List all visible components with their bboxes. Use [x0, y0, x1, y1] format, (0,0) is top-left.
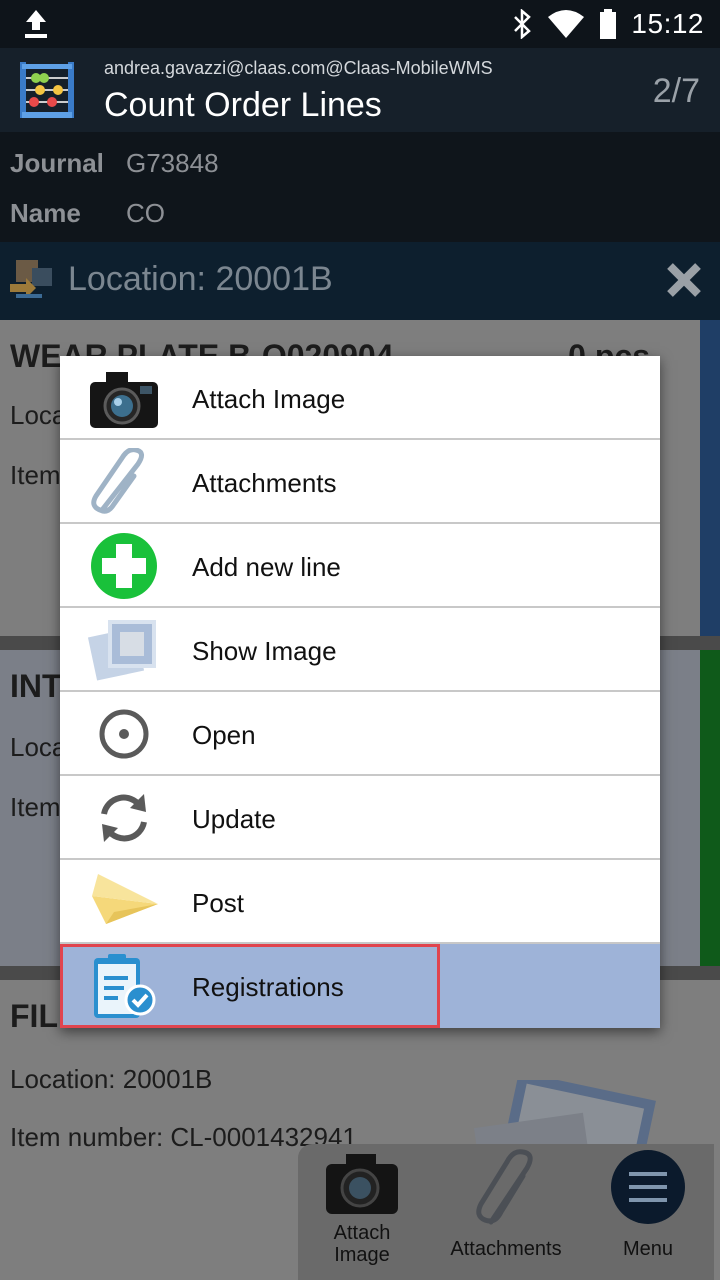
menu-item-label: Update [192, 804, 276, 834]
menu-item-show-image[interactable]: Show Image [60, 608, 660, 692]
menu-item-label: Show Image [192, 636, 337, 666]
menu-item-label: Open [192, 720, 256, 750]
item-title: FIL [10, 998, 58, 1034]
wifi-icon [548, 10, 585, 38]
attachments-label: Attachments [450, 1238, 562, 1260]
location-bar: Location: 20001B [0, 242, 720, 320]
menu-item-attachments[interactable]: Attachments [60, 440, 660, 524]
item-number: Item [10, 792, 61, 822]
bluetooth-icon [514, 9, 532, 39]
status-strip [700, 650, 720, 966]
menu-item-label: Post [192, 888, 245, 918]
menu-item-registrations[interactable]: Registrations [60, 944, 660, 1028]
attachments-button[interactable]: Attachments [444, 1148, 568, 1261]
bottom-toolbar: Attach Image Attachments Menu [298, 1144, 714, 1280]
item-title: INT [10, 668, 62, 704]
clipboard-check-icon [94, 954, 156, 1018]
location-box-icon [10, 260, 52, 298]
plus-circle-icon [91, 533, 157, 599]
battery-icon [600, 9, 617, 39]
refresh-icon [101, 794, 147, 842]
attach-image-label: Attach Image [333, 1222, 391, 1266]
menu-button[interactable]: Menu [596, 1148, 700, 1261]
paperclip-icon [476, 1149, 533, 1225]
name-label: Name [10, 198, 81, 228]
journal-label: Journal [10, 148, 104, 178]
close-icon[interactable] [664, 260, 704, 300]
item-location: Location: 20001B [10, 1064, 213, 1094]
hamburger-menu-icon [611, 1150, 685, 1224]
menu-item-post[interactable]: Post [60, 860, 660, 944]
name-value: CO [126, 198, 165, 228]
item-location: Loca [10, 400, 67, 430]
status-bar: 15:12 [0, 0, 720, 48]
menu-item-open[interactable]: Open [60, 692, 660, 776]
abacus-logo-icon [20, 62, 74, 118]
paper-plane-icon [92, 874, 158, 924]
paperclip-icon [91, 448, 144, 514]
image-icon [88, 620, 156, 681]
user-account: andrea.gavazzi@claas.com@Claas-MobileWMS [104, 58, 493, 78]
context-menu: Attach Image Attachments Add new line Sh… [60, 356, 660, 1028]
upload-icon [25, 10, 47, 38]
item-location: Loca [10, 732, 67, 762]
journal-value: G73848 [126, 148, 219, 178]
camera-icon [326, 1154, 398, 1214]
menu-item-label: Registrations [192, 972, 344, 1002]
menu-item-label: Add new line [192, 552, 341, 582]
location-title: Location: 20001B [68, 260, 333, 298]
menu-item-update[interactable]: Update [60, 776, 660, 860]
radio-target-icon [99, 709, 149, 759]
status-strip [700, 320, 720, 636]
app-header: andrea.gavazzi@claas.com@Claas-MobileWMS… [0, 48, 720, 132]
menu-item-add-new-line[interactable]: Add new line [60, 524, 660, 608]
clock: 15:12 [631, 8, 704, 39]
page-counter: 2/7 [652, 72, 700, 110]
name-row: Name CO [10, 198, 165, 229]
journal-info: Journal G73848 Name CO [0, 132, 720, 242]
attach-image-button[interactable]: Attach Image [312, 1148, 412, 1266]
menu-item-label: Attachments [192, 468, 337, 498]
menu-item-attach-image[interactable]: Attach Image [60, 356, 660, 440]
journal-row: Journal G73848 [10, 148, 219, 179]
menu-label: Menu [622, 1238, 674, 1260]
page-title: Count Order Lines [104, 86, 382, 124]
item-number: Item [10, 460, 61, 490]
camera-icon [90, 372, 158, 428]
menu-item-label: Attach Image [192, 384, 346, 414]
